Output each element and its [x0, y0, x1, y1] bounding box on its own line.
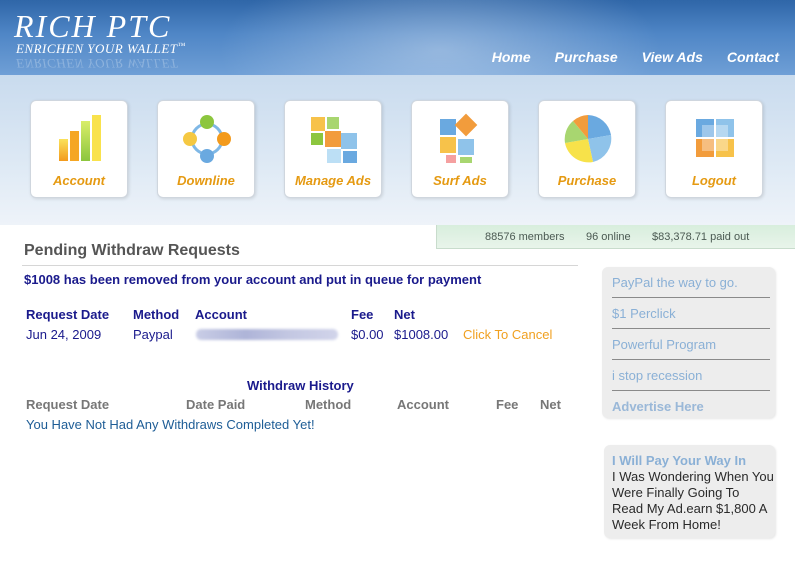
manage-ads-label: Manage Ads [294, 173, 372, 188]
purchase-tile-button[interactable]: Purchase [538, 100, 636, 198]
title-divider [22, 265, 578, 266]
blocks-icon [311, 117, 357, 163]
pending-header-fee: Fee [351, 307, 374, 322]
sidebar-link-powerful-program[interactable]: Powerful Program [612, 329, 770, 360]
members-count: 88576 members [485, 231, 565, 243]
pending-header-net: Net [394, 307, 415, 322]
pending-request-date: Jun 24, 2009 [26, 327, 102, 342]
history-header-method: Method [305, 397, 352, 412]
tagline-reflection: ENRICHEN YOUR WALLET [16, 56, 178, 71]
sidebar-link-stop-recession[interactable]: i stop recession [612, 360, 770, 391]
sidebar-links-box: PayPal the way to go. $1 Perclick Powerf… [602, 267, 775, 418]
cancel-withdraw-link[interactable]: Click To Cancel [463, 327, 552, 342]
site-stats-bar: 88576 members 96 online $83,378.71 paid … [436, 225, 795, 249]
icon-menu-bar: Account Downline Manage Ads Surf Ads Pur… [0, 75, 795, 225]
pending-header-account: Account [195, 307, 247, 322]
nav-home-link[interactable]: Home [492, 49, 531, 65]
pending-header-method: Method [133, 307, 180, 322]
account-tile-button[interactable]: Account [30, 100, 128, 198]
sidebar-link-advertise-here[interactable]: Advertise Here [612, 391, 770, 422]
top-navigation: Home Purchase View Ads Contact [492, 49, 779, 65]
account-label: Account [53, 173, 105, 188]
window-icon [696, 119, 734, 157]
sidebar-link-perclick[interactable]: $1 Perclick [612, 298, 770, 329]
network-icon [183, 115, 231, 163]
pending-header-request-date: Request Date [26, 307, 110, 322]
history-header-fee: Fee [496, 397, 519, 412]
pending-net: $1008.00 [394, 327, 449, 342]
site-logo-title[interactable]: RICH PTC [14, 8, 171, 45]
pending-fee: $0.00 [351, 327, 384, 342]
withdraw-history-title: Withdraw History [247, 378, 354, 393]
manage-ads-tile-button[interactable]: Manage Ads [284, 100, 382, 198]
tiles-icon [440, 113, 478, 163]
pending-method: Paypal [133, 327, 173, 342]
sidebar-ad-box[interactable]: I Will Pay Your Way In I Was Wondering W… [604, 445, 775, 538]
downline-label: Downline [177, 173, 235, 188]
purchase-label: Purchase [557, 173, 617, 188]
history-header-net: Net [540, 397, 561, 412]
nav-contact-link[interactable]: Contact [727, 49, 779, 65]
withdraw-notice: $1008 has been removed from your account… [24, 272, 482, 287]
online-count: 96 online [586, 231, 631, 243]
history-empty-message: You Have Not Had Any Withdraws Completed… [26, 417, 315, 432]
logout-tile-button[interactable]: Logout [665, 100, 763, 198]
site-header: RICH PTC ENRICHEN YOUR WALLET™ ENRICHEN … [0, 0, 795, 75]
nav-view-ads-link[interactable]: View Ads [642, 49, 703, 65]
surf-ads-tile-button[interactable]: Surf Ads [411, 100, 509, 198]
paid-out-total: $83,378.71 paid out [652, 231, 750, 243]
nav-purchase-link[interactable]: Purchase [555, 49, 618, 65]
surf-ads-label: Surf Ads [433, 173, 487, 188]
logout-label: Logout [691, 173, 737, 188]
ad-title[interactable]: I Will Pay Your Way In [612, 453, 746, 468]
bar-chart-icon [59, 115, 101, 161]
ad-text: I Was Wondering When You Were Finally Go… [612, 469, 774, 532]
page-title: Pending Withdraw Requests [24, 242, 240, 259]
history-header-request-date: Request Date [26, 397, 110, 412]
blurred-account-email [196, 329, 338, 340]
sidebar-link-paypal[interactable]: PayPal the way to go. [612, 267, 770, 298]
history-header-date-paid: Date Paid [186, 397, 246, 412]
history-header-account: Account [397, 397, 449, 412]
downline-tile-button[interactable]: Downline [157, 100, 255, 198]
pie-chart-icon [564, 115, 612, 163]
